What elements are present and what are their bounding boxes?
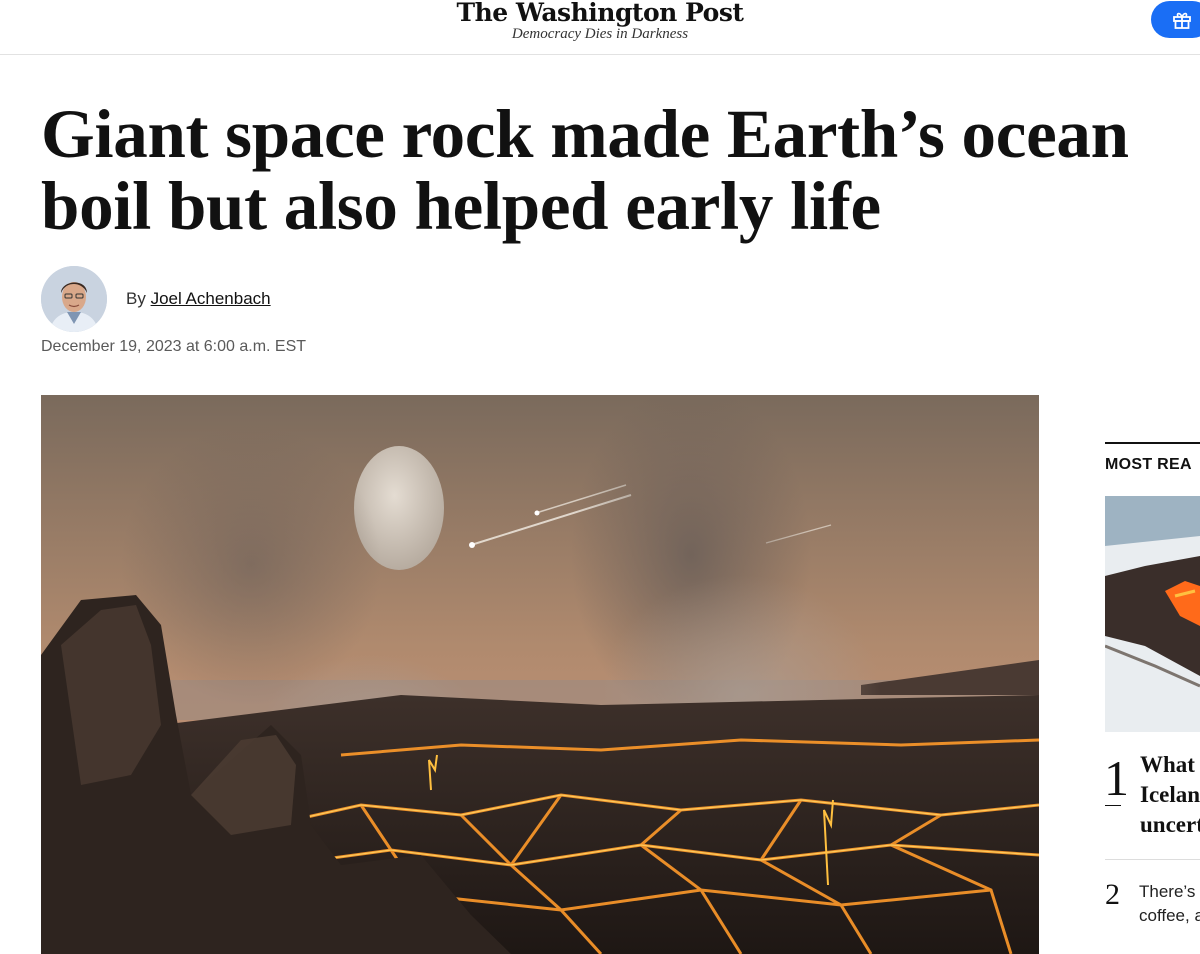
- item-2-line-1: There’s: [1139, 882, 1196, 901]
- gift-button[interactable]: [1151, 1, 1200, 38]
- masthead[interactable]: The Washington Post Democracy Dies in Da…: [450, 0, 750, 42]
- item-1-line-1: What: [1140, 752, 1195, 777]
- item-1-line-3: uncert: [1140, 812, 1200, 837]
- gift-icon: [1173, 12, 1191, 29]
- site-tagline: Democracy Dies in Darkness: [511, 26, 689, 42]
- most-read-item-1[interactable]: What Icelan uncert: [1140, 750, 1200, 840]
- author-avatar[interactable]: [41, 266, 107, 332]
- rank-underline: [1105, 805, 1121, 806]
- byline-prefix: By: [126, 289, 146, 308]
- item-2-line-2: coffee, a: [1139, 906, 1200, 925]
- item-1-line-2: Icelan: [1140, 782, 1200, 807]
- article-headline: Giant space rock made Earth’s ocean boil…: [41, 96, 1129, 244]
- top-bar: The Washington Post Democracy Dies in Da…: [0, 0, 1200, 55]
- most-read-heading: MOST REA: [1105, 456, 1192, 473]
- publish-date: December 19, 2023 at 6:00 a.m. EST: [41, 338, 307, 355]
- rail-divider-top: [1105, 442, 1200, 444]
- most-read-rank-2: 2: [1105, 878, 1120, 911]
- most-read-thumbnail[interactable]: [1105, 496, 1200, 732]
- author-link[interactable]: Joel Achenbach: [151, 289, 271, 308]
- hero-image[interactable]: [41, 395, 1039, 954]
- most-read-rank-1: 1: [1104, 750, 1129, 806]
- most-read-item-2[interactable]: There’s coffee, a: [1139, 880, 1200, 928]
- rail-divider: [1105, 859, 1200, 860]
- byline: By Joel Achenbach: [126, 289, 271, 309]
- site-logo[interactable]: The Washington Post: [450, 0, 750, 27]
